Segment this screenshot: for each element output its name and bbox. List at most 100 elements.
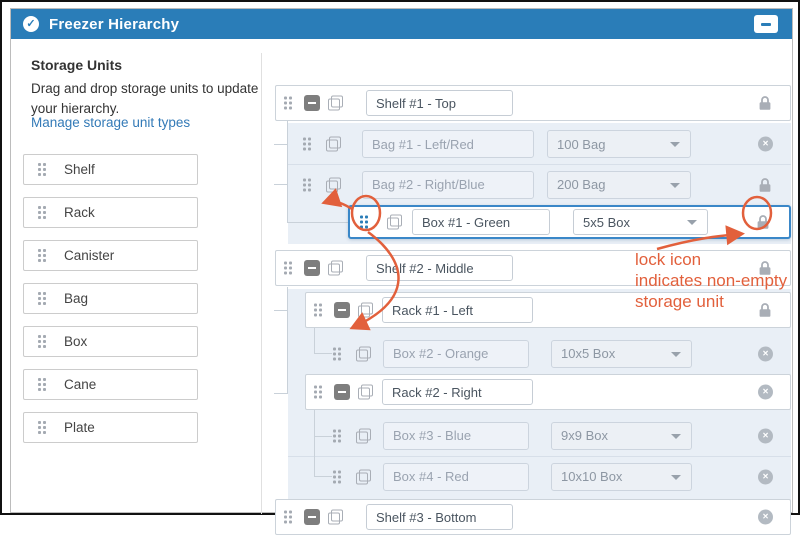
unit-name-input[interactable] [366,504,513,530]
storage-units-description: Drag and drop storage units to update yo… [31,79,266,118]
tree-connector [274,393,287,394]
remove-icon[interactable]: × [758,385,773,400]
tree-connector [287,222,348,223]
drag-handle-icon[interactable] [38,421,46,434]
collapse-row-button[interactable] [304,260,320,276]
hierarchy-row [275,85,791,121]
drag-handle-icon[interactable] [314,386,322,399]
unit-type-item[interactable]: Cane [23,369,198,400]
drag-handle-icon[interactable] [38,163,46,176]
caret-down-icon [671,434,681,439]
unit-type-select[interactable]: 5x5 Box [573,209,708,235]
drag-handle-icon[interactable] [284,97,292,110]
collapse-row-button[interactable] [304,95,320,111]
storage-units-heading: Storage Units [31,57,122,73]
unit-type-select[interactable]: 10x10 Box [551,463,692,491]
drag-handle-icon[interactable] [314,304,322,317]
drag-handle-icon[interactable] [38,378,46,391]
selected-type-label: 10x10 Box [561,469,622,484]
copy-icon[interactable] [356,428,371,443]
unit-type-select[interactable]: 200 Bag [547,171,691,199]
minus-icon [338,391,346,393]
unit-type-item[interactable]: Plate [23,412,198,443]
unit-type-item[interactable]: Canister [23,240,198,271]
unit-type-item[interactable]: Shelf [23,154,198,185]
hierarchy-row: 10x10 Box × [288,456,791,497]
unit-name-input[interactable] [383,340,529,368]
drag-handle-icon[interactable] [303,178,311,191]
unit-name-input[interactable] [382,297,533,323]
drag-handle-icon[interactable] [333,347,341,360]
caret-down-icon [671,475,681,480]
unit-name-input[interactable] [366,255,513,281]
unit-type-label: Bag [64,291,88,306]
unit-type-label: Rack [64,205,95,220]
copy-icon[interactable] [358,385,373,400]
copy-icon[interactable] [326,177,341,192]
hierarchy-row: 5x5 Box [348,205,791,239]
drag-handle-icon[interactable] [38,335,46,348]
drag-handle-icon[interactable] [284,262,292,275]
unit-type-label: Box [64,334,87,349]
drag-handle-icon[interactable] [333,470,341,483]
drag-handle-icon[interactable] [303,138,311,151]
unit-name-input[interactable] [366,90,513,116]
remove-icon[interactable]: × [758,346,773,361]
copy-icon[interactable] [326,137,341,152]
drag-handle-icon[interactable] [38,292,46,305]
copy-icon[interactable] [356,469,371,484]
unit-type-label: Plate [64,420,95,435]
unit-name-input[interactable] [412,209,550,235]
tree-connector [274,144,287,145]
annotation-line: indicates non-empty [635,270,787,291]
unit-name-input[interactable] [383,463,529,491]
remove-icon[interactable]: × [758,469,773,484]
unit-type-label: Shelf [64,162,95,177]
unit-type-item[interactable]: Rack [23,197,198,228]
column-divider [261,53,262,514]
unit-type-select[interactable]: 100 Bag [547,130,691,158]
collapse-row-button[interactable] [304,509,320,525]
unit-type-select[interactable]: 10x5 Box [551,340,692,368]
annotation-text: lock icon indicates non-empty storage un… [635,249,787,312]
minus-icon [338,309,346,311]
minus-icon [308,267,316,269]
drag-handle-icon[interactable] [38,206,46,219]
check-circle-icon: ✓ [23,16,39,32]
unit-type-item[interactable]: Box [23,326,198,357]
selected-type-label: 100 Bag [557,137,605,152]
selected-type-label: 5x5 Box [583,215,630,230]
remove-icon[interactable]: × [758,137,773,152]
unit-type-select[interactable]: 9x9 Box [551,422,692,450]
unit-name-input[interactable] [362,171,534,199]
unit-name-input[interactable] [382,379,533,405]
hierarchy-row: 10x5 Box × [288,333,791,374]
unit-type-item[interactable]: Bag [23,283,198,314]
lock-icon [758,95,772,111]
collapse-row-button[interactable] [334,302,350,318]
drag-handle-icon[interactable] [38,249,46,262]
remove-icon[interactable]: × [758,510,773,525]
drag-handle-icon[interactable] [360,216,368,229]
page-title: Freezer Hierarchy [49,16,179,33]
copy-icon[interactable] [356,346,371,361]
copy-icon[interactable] [328,510,343,525]
remove-icon[interactable]: × [758,428,773,443]
copy-icon[interactable] [328,261,343,276]
unit-name-input[interactable] [383,422,529,450]
hierarchy-row: 200 Bag [288,164,791,205]
hierarchy-row: 9x9 Box × [288,415,791,456]
copy-icon[interactable] [328,96,343,111]
annotation-line: lock icon [635,249,787,270]
collapse-row-button[interactable] [334,384,350,400]
drag-handle-icon[interactable] [284,511,292,524]
unit-type-label: Cane [64,377,96,392]
drag-handle-icon[interactable] [333,429,341,442]
minus-icon [308,516,316,518]
collapse-card-button[interactable] [754,15,778,33]
copy-icon[interactable] [358,303,373,318]
manage-storage-unit-types-link[interactable]: Manage storage unit types [31,115,190,130]
unit-type-label: Canister [64,248,114,263]
unit-name-input[interactable] [362,130,534,158]
copy-icon[interactable] [387,215,402,230]
